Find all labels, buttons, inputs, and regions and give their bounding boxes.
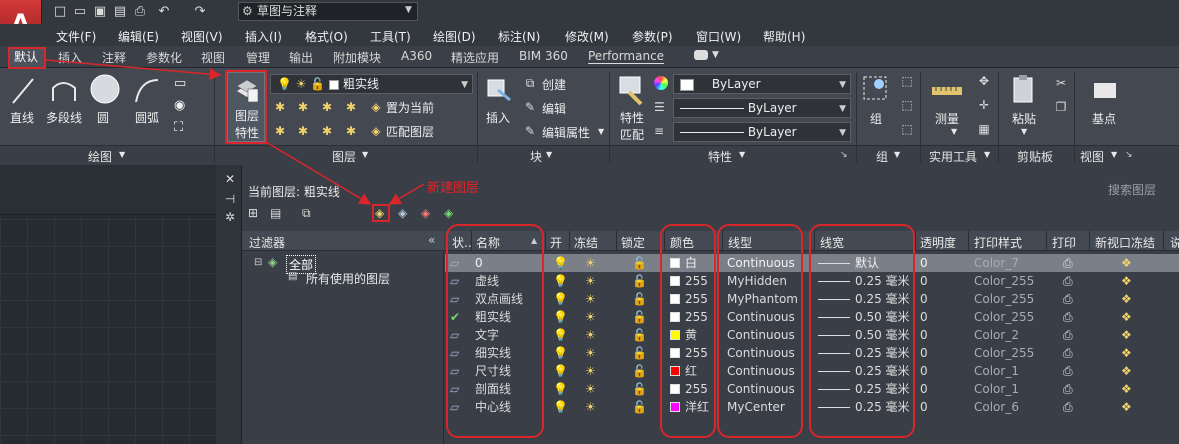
annotation-arrows bbox=[45, 59, 425, 205]
